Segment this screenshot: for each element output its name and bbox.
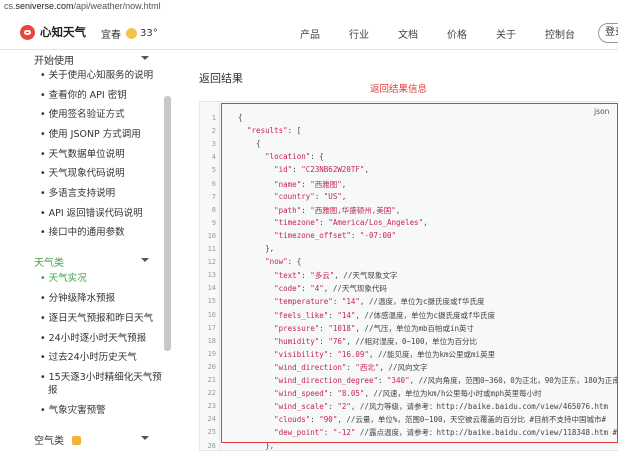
sidebar-group-air[interactable]: 空气类 — [34, 432, 149, 447]
brand-logo-icon — [20, 24, 35, 40]
sidebar-group-weather[interactable]: 天气类 — [34, 254, 149, 269]
page-section-title: 返回结果 — [199, 72, 243, 85]
sidebar-item[interactable]: • 关于使用心知服务的说明 — [40, 70, 153, 82]
line-number: 24 — [207, 415, 216, 424]
line-number: 18 — [207, 336, 216, 345]
sidebar-item-label: 气象灾害预警 — [48, 405, 106, 416]
line-number: 21 — [207, 376, 216, 384]
line-number: 1 — [211, 114, 216, 122]
line-number: 17 — [207, 323, 216, 332]
url-host: seniverse.com — [15, 1, 74, 11]
annotation-box — [221, 103, 618, 443]
login-button[interactable]: 登录 — [598, 23, 618, 43]
sidebar-item-label: 多语言支持说明 — [48, 188, 116, 199]
line-number: 26 — [207, 441, 216, 450]
annotation-label: 返回结果信息 — [370, 84, 428, 95]
brand-name: 心知天气 — [40, 25, 86, 39]
line-number: 19 — [207, 349, 216, 358]
nav-item-pricing[interactable]: 价格 — [447, 26, 467, 41]
sidebar-item-label: 过去24小时历史天气 — [48, 352, 137, 363]
gutter-divider — [219, 101, 220, 451]
line-number: 6 — [211, 179, 216, 188]
line-number: 10 — [207, 231, 216, 240]
sidebar-item[interactable]: • 过去24小时历史天气 — [40, 352, 137, 364]
line-number: 2 — [211, 127, 216, 136]
sidebar-item[interactable]: • 接口中的通用参数 — [40, 227, 125, 239]
line-number: 25 — [207, 428, 216, 437]
sidebar-item[interactable]: • 气象灾害预警 — [40, 405, 106, 417]
sidebar-item-label: 天气数据单位说明 — [48, 149, 125, 160]
line-number: 11 — [207, 245, 216, 253]
line-number: 7 — [211, 192, 216, 201]
sidebar-item-label: 查看你的 API 密钥 — [48, 90, 127, 101]
chevron-down-icon — [141, 56, 149, 60]
line-number: 8 — [211, 205, 216, 214]
sidebar-group-label: 开始使用 — [34, 56, 74, 67]
url-path: /api/weather/now.html — [73, 1, 161, 11]
line-number: 20 — [207, 362, 216, 371]
main-menu: 产品 行业 文档 价格 关于 控制台 — [300, 26, 604, 41]
nav-item-about[interactable]: 关于 — [496, 26, 516, 41]
line-number: 5 — [211, 166, 216, 175]
sidebar-item-continuation[interactable]: 报 — [48, 385, 58, 397]
sidebar-group-getting-started[interactable]: 开始使用 — [34, 52, 149, 67]
sidebar-item-label: 天气实况 — [48, 273, 87, 284]
sidebar-item-label: API 返回错误代码说明 — [48, 208, 143, 219]
nav-item-console[interactable]: 控制台 — [545, 26, 575, 41]
sidebar-item[interactable]: • API 返回错误代码说明 — [40, 208, 143, 220]
sidebar-item-label: 分钟级降水预报 — [48, 293, 116, 304]
line-number: 16 — [207, 310, 216, 319]
sidebar-group-label: 天气类 — [34, 258, 64, 269]
line-number: 12 — [207, 258, 216, 267]
sidebar-item-label: 15天逐3小时精细化天气预 — [48, 372, 162, 383]
city-weather[interactable]: 宜春 33° — [101, 26, 158, 41]
address-bar[interactable]: cs.seniverse.com/api/weather/now.html — [0, 0, 618, 14]
top-navigation: 心知天气 宜春 33° 产品 行业 文档 价格 关于 控制台 登录 — [0, 14, 618, 50]
sidebar-item-label: 使用 JSONP 方式调用 — [48, 129, 141, 140]
sidebar-item[interactable]: • 天气现象代码说明 — [40, 168, 125, 180]
sidebar-item-label: 天气现象代码说明 — [48, 168, 125, 179]
url-prefix: cs. — [4, 1, 16, 11]
city-temperature: 33° — [140, 28, 158, 39]
sidebar-item-label: 关于使用心知服务的说明 — [48, 70, 154, 81]
line-number: 9 — [211, 218, 216, 227]
sidebar-item[interactable]: • 24小时逐小时天气预报 — [40, 333, 146, 345]
badge-icon — [72, 436, 81, 445]
city-name: 宜春 — [101, 30, 121, 41]
sun-icon — [126, 28, 137, 39]
sidebar-item[interactable]: • 15天逐3小时精细化天气预 — [40, 372, 162, 384]
line-number: 4 — [211, 153, 216, 162]
line-number: 14 — [207, 284, 216, 293]
nav-item-industry[interactable]: 行业 — [349, 26, 369, 41]
sidebar-item-label: 24小时逐小时天气预报 — [48, 333, 147, 344]
sidebar-item-label: 接口中的通用参数 — [48, 227, 125, 238]
sidebar-item-active[interactable]: • 天气实况 — [40, 273, 87, 285]
nav-item-products[interactable]: 产品 — [300, 26, 320, 41]
sidebar-item[interactable]: • 查看你的 API 密钥 — [40, 90, 127, 102]
sidebar-item[interactable]: • 分钟级降水预报 — [40, 293, 115, 305]
chevron-down-icon — [141, 258, 149, 262]
line-number: 3 — [211, 140, 216, 149]
nav-item-docs[interactable]: 文档 — [398, 26, 418, 41]
sidebar-item-label: 使用签名验证方式 — [48, 109, 125, 120]
sidebar-group-label: 空气类 — [34, 436, 64, 447]
line-number: 22 — [207, 389, 216, 398]
sidebar-item[interactable]: • 多语言支持说明 — [40, 188, 115, 200]
sidebar-item-label: 逐日天气预报和昨日天气 — [48, 313, 154, 324]
sidebar-item[interactable]: • 使用签名验证方式 — [40, 109, 125, 121]
brand-logo[interactable]: 心知天气 — [20, 24, 86, 40]
line-number: 13 — [207, 271, 216, 280]
sidebar-item[interactable]: • 使用 JSONP 方式调用 — [40, 129, 141, 141]
sidebar-item[interactable]: • 天气数据单位说明 — [40, 149, 125, 161]
line-number: 15 — [207, 297, 216, 306]
sidebar-scrollbar[interactable] — [164, 96, 171, 351]
chevron-down-icon — [141, 436, 149, 440]
line-number: 23 — [207, 402, 216, 411]
sidebar-item[interactable]: • 逐日天气预报和昨日天气 — [40, 313, 153, 325]
